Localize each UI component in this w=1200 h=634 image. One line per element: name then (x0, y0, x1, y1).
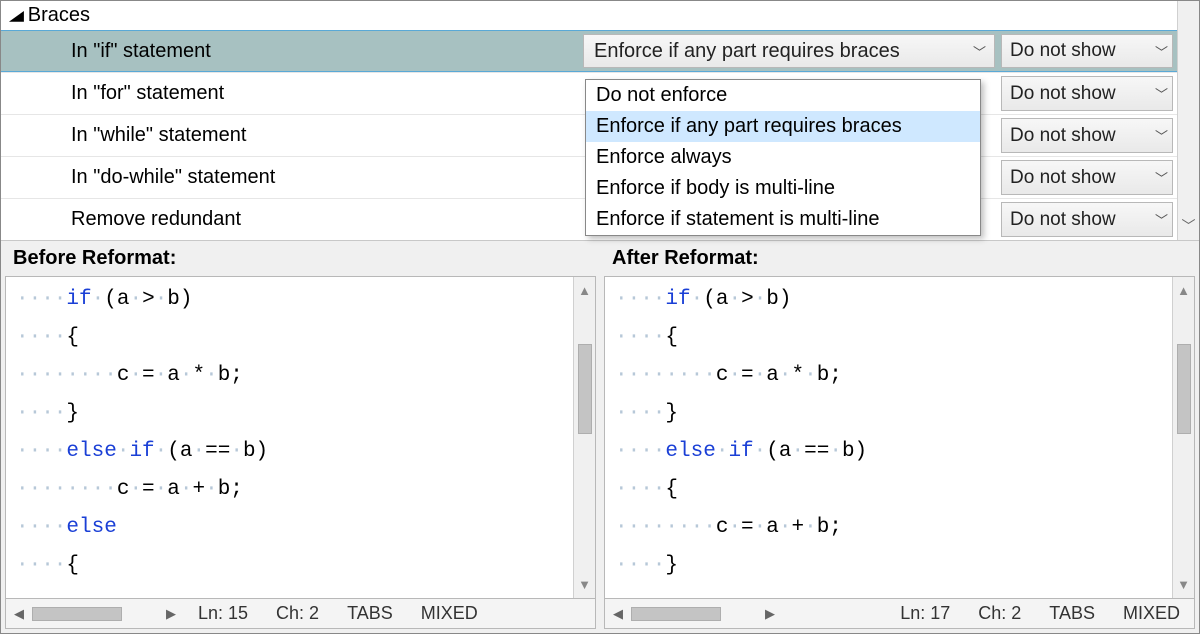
status-tabs: TABS (1035, 603, 1109, 624)
dropdown-option[interactable]: Enforce if any part requires braces (586, 111, 980, 142)
preview-before: Before Reformat: ····if·(a·>·b)····{····… (5, 241, 596, 629)
scroll-right-icon: ▶ (725, 606, 779, 622)
editor-scrollbar[interactable]: ▲ ▼ (573, 277, 595, 598)
enforce-dropdown[interactable]: Do not enforceEnforce if any part requir… (585, 79, 981, 236)
rule-label: In "while" statement (1, 115, 581, 156)
dropdown-option[interactable]: Enforce if statement is multi-line (586, 204, 980, 235)
rule-label: Remove redundant (1, 199, 581, 240)
settings-panel: ◢ Braces In "if" statementEnforce if any… (0, 0, 1200, 634)
preview-after: After Reformat: ····if·(a·>·b)····{·····… (604, 241, 1195, 629)
status-ch: Ch: 2 (262, 603, 333, 624)
rules-area: ◢ Braces In "if" statementEnforce if any… (1, 1, 1199, 240)
scroll-thumb[interactable] (1177, 344, 1191, 434)
status-ln: Ln: 17 (886, 603, 964, 624)
h-scrollbar[interactable]: ◀ ▶ (6, 606, 184, 622)
enforce-value: Enforce if any part requires braces (594, 40, 967, 63)
notify-combo[interactable]: Do not show ﹀ (1001, 34, 1173, 68)
scroll-down-icon: ▼ (578, 571, 591, 598)
rule-label: In "do-while" statement (1, 157, 581, 198)
notify-combo[interactable]: Do not show ﹀ (1001, 118, 1173, 153)
notify-combo[interactable]: Do not show ﹀ (1001, 76, 1173, 111)
notify-value: Do not show (1010, 209, 1149, 231)
chevron-down-icon: ﹀ (1155, 210, 1168, 229)
enforce-combo[interactable]: Enforce if any part requires braces ﹀ (583, 34, 995, 68)
notify-combo[interactable]: Do not show ﹀ (1001, 202, 1173, 237)
scroll-up-icon: ▲ (578, 277, 591, 304)
h-scrollbar[interactable]: ◀ ▶ (605, 606, 783, 622)
editor-before[interactable]: ····if·(a·>·b)····{········c·=·a·*·b;···… (5, 276, 596, 599)
dropdown-option[interactable]: Enforce always (586, 142, 980, 173)
chevron-down-icon: ﹀ (1155, 168, 1168, 187)
scroll-thumb[interactable] (578, 344, 592, 434)
preview-before-title: Before Reformat: (5, 241, 596, 276)
scroll-up-icon: ▲ (1177, 277, 1190, 304)
rules-scrollbar[interactable]: ﹀ (1177, 1, 1199, 240)
rule-label: In "if" statement (1, 31, 581, 71)
section-header[interactable]: ◢ Braces (1, 1, 1177, 30)
scroll-down-icon: ▼ (1177, 571, 1190, 598)
preview-after-title: After Reformat: (604, 241, 1195, 276)
status-ch: Ch: 2 (964, 603, 1035, 624)
notify-value: Do not show (1010, 167, 1149, 189)
chevron-down-icon: ﹀ (1182, 216, 1196, 240)
dropdown-option[interactable]: Do not enforce (586, 80, 980, 111)
notify-value: Do not show (1010, 40, 1149, 62)
scroll-right-icon: ▶ (126, 606, 180, 622)
preview-area: Before Reformat: ····if·(a·>·b)····{····… (1, 240, 1199, 633)
dropdown-option[interactable]: Enforce if body is multi-line (586, 173, 980, 204)
editor-after[interactable]: ····if·(a·>·b)····{········c·=·a·*·b;···… (604, 276, 1195, 599)
notify-value: Do not show (1010, 83, 1149, 105)
status-bar-before: ◀ ▶ Ln: 15 Ch: 2 TABS MIXED (5, 599, 596, 629)
chevron-down-icon: ﹀ (973, 42, 986, 61)
status-tabs: TABS (333, 603, 407, 624)
status-bar-after: ◀ ▶ Ln: 17 Ch: 2 TABS MIXED (604, 599, 1195, 629)
h-scroll-thumb[interactable] (631, 607, 721, 621)
section-title: Braces (28, 4, 90, 27)
rule-label: In "for" statement (1, 73, 581, 114)
chevron-down-icon: ﹀ (1155, 84, 1168, 103)
h-scroll-thumb[interactable] (32, 607, 122, 621)
scroll-left-icon: ◀ (10, 606, 28, 622)
status-mixed: MIXED (1109, 603, 1194, 624)
collapse-icon: ◢ (9, 7, 24, 24)
editor-scrollbar[interactable]: ▲ ▼ (1172, 277, 1194, 598)
chevron-down-icon: ﹀ (1155, 126, 1168, 145)
status-mixed: MIXED (407, 603, 492, 624)
rule-row[interactable]: In "if" statementEnforce if any part req… (1, 30, 1177, 72)
notify-combo[interactable]: Do not show ﹀ (1001, 160, 1173, 195)
status-ln: Ln: 15 (184, 603, 262, 624)
scroll-left-icon: ◀ (609, 606, 627, 622)
chevron-down-icon: ﹀ (1155, 42, 1168, 61)
notify-value: Do not show (1010, 125, 1149, 147)
